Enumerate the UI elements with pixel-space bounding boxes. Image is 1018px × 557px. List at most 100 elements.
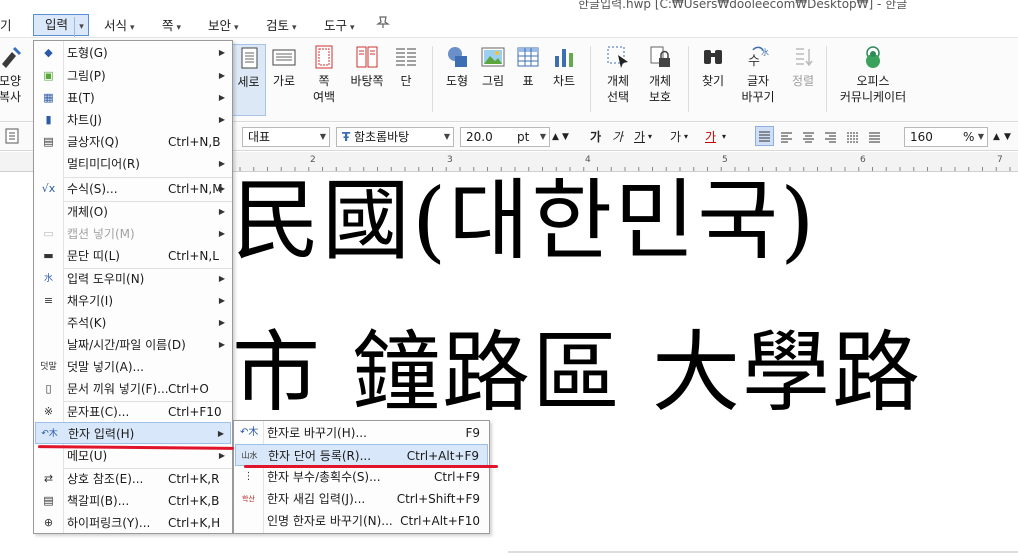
menu-item-label: 멀티미디어(R) (67, 157, 140, 171)
menu-input[interactable]: 입력 ▾ (33, 14, 90, 37)
menu-format[interactable]: 서식 ▾ (104, 16, 135, 36)
chevron-down-icon[interactable]: ▾ (722, 128, 726, 146)
menu-item-annotation[interactable]: 주석(K) ▶ (35, 312, 231, 334)
font-size-up-icon[interactable]: ▲ (552, 128, 559, 146)
style-list-icon[interactable] (4, 127, 20, 145)
picture-button[interactable]: 그림 (477, 44, 509, 89)
find-button[interactable]: 찾기 (697, 44, 729, 89)
submenu-arrow-icon: ▶ (218, 318, 225, 327)
table-button[interactable]: 표 (514, 44, 542, 89)
menu-item-add-ruby[interactable]: 덧말 덧말 넣기(A)... (35, 356, 231, 378)
menu-item-table[interactable]: ▦ 표(T) ▶ (35, 87, 231, 109)
sort-button[interactable]: 정렬 (788, 44, 818, 89)
menu-review[interactable]: 검토 ▾ (266, 16, 297, 36)
shape-icon: ◆ (44, 46, 53, 59)
menu-item-shortcut: Ctrl+K,H (168, 516, 221, 530)
zoom-down-icon[interactable]: ▼ (1004, 128, 1011, 146)
menu-item-paragraph-band[interactable]: ▬ 문단 띠(L) Ctrl+N,L (35, 245, 231, 267)
distribute-button[interactable] (844, 128, 861, 146)
style-select[interactable]: 대표 ▼ (242, 127, 330, 147)
menu-page[interactable]: 쪽 ▾ (162, 16, 181, 36)
landscape-button[interactable]: 가로 (268, 44, 300, 89)
cross-ref-icon: ⇄ (43, 472, 54, 485)
sort-icon (796, 48, 813, 67)
input-dropdown-menu: ◆ 도형(G) ▶ ▣ 그림(P) ▶ ▦ 표(T) ▶ ▮ 차트(J) ▶ ▤… (33, 40, 233, 534)
strikethrough-button[interactable]: 가 (670, 128, 681, 146)
zoom-up-icon[interactable]: ▲ (993, 128, 1000, 146)
shape-button[interactable]: 도형 (441, 44, 473, 89)
portrait-button[interactable]: 세로 (231, 44, 266, 116)
menu-item-object[interactable]: 개체(O) ▶ (35, 201, 231, 223)
replace-char-button[interactable]: 수水 글자 바꾸기 (736, 44, 780, 105)
menu-item-cross-reference[interactable]: ⇄ 상호 참조(E)... Ctrl+K,R (35, 468, 231, 490)
submenu-item-hanja-radical[interactable]: ⋮ 한자 부수/총획수(S)... Ctrl+F9 (235, 466, 488, 488)
align-right-button[interactable] (822, 128, 839, 146)
align-justify-button[interactable] (755, 126, 774, 146)
font-size-select[interactable]: 20.0 pt ▼ (460, 127, 550, 147)
menu-item-textbox[interactable]: ▤ 글상자(Q) Ctrl+N,B (35, 131, 231, 153)
landscape-label: 가로 (272, 74, 296, 88)
chevron-down-icon: ▾ (292, 23, 297, 33)
format-painter-line1: 모양 (0, 74, 22, 88)
menu-item-label: 문단 띠(L) (67, 249, 120, 263)
chart-button[interactable]: 차트 (548, 44, 580, 89)
protect-object-line2: 보호 (648, 90, 672, 104)
menu-item-caption[interactable]: ▭ 캡션 넣기(M) ▶ (35, 223, 231, 245)
menu-item-shape[interactable]: ◆ 도형(G) ▶ (35, 42, 231, 64)
menu-item-label: 표(T) (67, 91, 95, 105)
pin-icon[interactable] (376, 15, 390, 35)
menu-item-date-time[interactable]: 날짜/시간/파일 이름(D) ▶ (35, 334, 231, 356)
submenu-item-name-hanja[interactable]: 인명 한자로 바꾸기(N)... Ctrl+Alt+F10 (235, 510, 488, 532)
submenu-arrow-icon: ▶ (218, 93, 225, 102)
format-painter-button[interactable]: 모양 복사 (0, 44, 22, 105)
align-center-button[interactable] (800, 128, 817, 146)
font-color-button[interactable]: 가 (705, 128, 716, 146)
menu-item-label: 수식(S)... (67, 182, 118, 196)
menu-item-symbol[interactable]: ※ 문자표(C)... Ctrl+F10 (35, 401, 231, 423)
submenu-item-convert-hanja[interactable]: ↶木 한자로 바꾸기(H)... F9 (235, 422, 488, 444)
master-page-button[interactable]: 바탕쪽 (346, 44, 388, 89)
chevron-down-icon[interactable]: ▾ (684, 128, 688, 146)
chevron-down-icon[interactable]: ▾ (74, 17, 88, 37)
menu-item-hanja-input[interactable]: ↶木 한자 입력(H) ▶ (35, 422, 231, 444)
underline-button[interactable]: 가 (634, 128, 645, 146)
menu-item-hyperlink[interactable]: ⊕ 하이퍼링크(Y)... Ctrl+K,H (35, 512, 231, 534)
menu-item-multimedia[interactable]: 멀티미디어(R) ▶ (35, 153, 231, 175)
office-communicator-line2: 커뮤니케이터 (839, 90, 907, 104)
submenu-item-hanja-meaning[interactable]: 학산 한자 새김 입력(J)... Ctrl+Shift+F9 (235, 488, 488, 510)
menu-security-label: 보안 (208, 18, 232, 33)
page-margin-button[interactable]: 쪽 여백 (304, 44, 344, 105)
chevron-down-icon[interactable]: ▾ (648, 128, 652, 146)
font-select[interactable]: Ŧ 함초롬바탕 ▼ (336, 127, 454, 147)
menu-item-chart[interactable]: ▮ 차트(J) ▶ (35, 109, 231, 131)
submenu-item-register-hanja-word[interactable]: 山水 한자 단어 등록(R)... Ctrl+Alt+F9 (235, 444, 488, 466)
menu-item-insert-document[interactable]: ▯ 문서 끼워 넣기(F)... Ctrl+O (35, 378, 231, 400)
office-communicator-button[interactable]: 오피스 커뮤니케이터 (836, 44, 910, 105)
menu-partial-left[interactable]: 기 (0, 16, 12, 36)
menu-item-fill[interactable]: ≡ 채우기(I) ▶ (35, 290, 231, 312)
menu-security[interactable]: 보안 ▾ (208, 16, 239, 36)
select-object-button[interactable]: 개체 선택 (600, 44, 636, 105)
align-left-button[interactable] (778, 128, 795, 146)
protect-object-button[interactable]: 개체 보호 (642, 44, 678, 105)
split-align-button[interactable] (866, 128, 883, 146)
table-icon (517, 47, 539, 67)
bookmark-icon: ▤ (43, 494, 54, 507)
submenu-item-shortcut: Ctrl+Shift+F9 (396, 492, 480, 506)
menu-tools-label: 도구 (324, 18, 348, 33)
hanja-meaning-icon: 학산 (242, 495, 255, 503)
menu-item-bookmark[interactable]: ▤ 책갈피(B)... Ctrl+K,B (35, 490, 231, 512)
menu-item-input-helper[interactable]: 水 입력 도우미(N) ▶ (35, 268, 231, 290)
menu-tools[interactable]: 도구 ▾ (324, 16, 355, 36)
menu-item-formula[interactable]: √x 수식(S)... Ctrl+N,M ▶ (35, 178, 231, 200)
column-button[interactable]: 단 (392, 44, 420, 89)
communicator-icon (866, 46, 880, 68)
menu-item-picture[interactable]: ▣ 그림(P) ▶ (35, 65, 231, 87)
chevron-down-icon: ▾ (350, 23, 355, 33)
bold-button[interactable]: 가 (590, 128, 601, 146)
lock-icon (650, 46, 670, 67)
menu-page-label: 쪽 (162, 18, 174, 33)
font-size-down-icon[interactable]: ▼ (562, 128, 569, 146)
zoom-select[interactable]: 160 % ▼ (904, 127, 988, 147)
italic-button[interactable]: 가 (612, 128, 623, 146)
